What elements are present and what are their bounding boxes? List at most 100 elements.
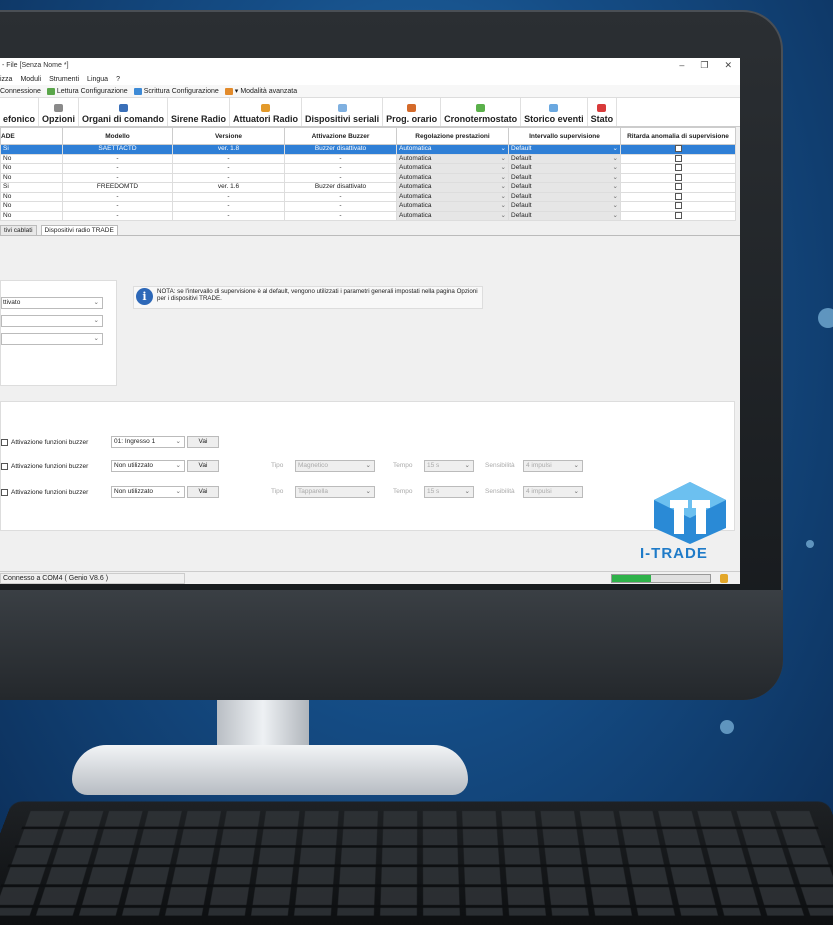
sensibilita-select[interactable]: 4 impulsi ⌄: [523, 460, 583, 472]
cell-regolazione-select[interactable]: Automatica ⌄: [396, 163, 509, 174]
ritarda-checkbox[interactable]: [674, 145, 682, 153]
progress-bar: [611, 574, 711, 583]
tipo-value: Magnetico: [298, 462, 328, 469]
ribbon-sirene-radio[interactable]: Sirene Radio: [168, 98, 231, 126]
buzzer-checkbox[interactable]: [1, 438, 8, 446]
title-bar: - File [Senza Nome *] – ❐ ✕: [0, 58, 740, 73]
col-header-buzzer[interactable]: Attivazione Buzzer: [284, 127, 397, 145]
tempo-select[interactable]: 15 s ⌄: [424, 460, 474, 472]
sensibilita-select[interactable]: 4 impulsi ⌄: [523, 486, 583, 498]
table-row[interactable]: No - - - Automatica ⌄ Default ⌄: [0, 210, 736, 221]
write-config-button[interactable]: Scrittura Configurazione: [133, 87, 219, 95]
table-row[interactable]: No - - - Automatica ⌄ Default ⌄: [0, 201, 736, 212]
advanced-mode-button[interactable]: ▾ Modalità avanzata: [224, 87, 297, 95]
table-row[interactable]: No - - - Automatica ⌄ Default ⌄: [0, 191, 736, 202]
devices-table: ADE Modello Versione Attivazione Buzzer …: [0, 127, 736, 221]
cell-intervallo-select[interactable]: Default ⌄: [508, 153, 621, 164]
ribbon-telefonico[interactable]: efonico: [0, 98, 40, 126]
menu-item-strumenti[interactable]: Strumenti: [49, 76, 79, 83]
cell-intervallo-select[interactable]: Default ⌄: [508, 182, 621, 193]
table-row[interactable]: Si SAETTACTD ver. 1.8 Buzzer disattivato Aut…: [0, 144, 736, 155]
col-header-ritarda[interactable]: Ritarda anomalia di supervisione: [620, 127, 736, 145]
cell-regolazione-select[interactable]: Automatica ⌄: [396, 191, 509, 202]
cell-modello: FREEDOMTD: [62, 182, 173, 193]
buzzer-select-value: ttivato: [3, 299, 21, 306]
vai-button[interactable]: Vai: [187, 436, 219, 448]
cell-regolazione-select[interactable]: Automatica ⌄: [396, 153, 509, 164]
minimize-button[interactable]: –: [679, 60, 684, 71]
buzzer-select[interactable]: ttivato ⌄: [1, 297, 103, 309]
cell-versione: -: [172, 153, 285, 164]
vai-button[interactable]: Vai: [187, 486, 219, 498]
cell-regolazione-select[interactable]: Automatica ⌄: [396, 201, 509, 212]
buzzer-checkbox[interactable]: [1, 462, 8, 470]
input-select[interactable]: Non utilizzato ⌄: [111, 460, 185, 472]
ribbon-cronotermostato[interactable]: Cronotermostato: [441, 98, 522, 126]
table-row[interactable]: No - - - Automatica ⌄ Default ⌄: [0, 163, 736, 174]
keypad-icon: [118, 104, 128, 112]
ritarda-checkbox[interactable]: [674, 202, 682, 210]
input-select[interactable]: Non utilizzato ⌄: [111, 486, 185, 498]
tempo-select[interactable]: 15 s ⌄: [424, 486, 474, 498]
option-select-2[interactable]: ⌄: [1, 315, 103, 327]
cell-versione: ver. 1.6: [172, 182, 285, 193]
ribbon-opzioni[interactable]: Opzioni: [39, 98, 80, 126]
menu-item[interactable]: izza: [0, 76, 12, 83]
ritarda-checkbox[interactable]: [674, 211, 682, 219]
ritarda-checkbox[interactable]: [674, 183, 682, 191]
col-header-modello[interactable]: Modello: [62, 127, 173, 145]
cell-intervallo-select[interactable]: Default ⌄: [508, 191, 621, 202]
ribbon-prog-orario[interactable]: Prog. orario: [383, 98, 442, 126]
cell-intervallo-select[interactable]: Default ⌄: [508, 163, 621, 174]
col-header-ade[interactable]: ADE: [0, 127, 63, 145]
menu-item-help[interactable]: ?: [116, 76, 120, 83]
tab-dispositivi-cablati[interactable]: tivi cablati: [0, 225, 37, 235]
ribbon-organi-comando[interactable]: Organi di comando: [79, 98, 169, 126]
cell-regolazione-select[interactable]: Automatica ⌄: [396, 172, 509, 183]
close-button[interactable]: ✕: [724, 60, 732, 71]
sensibilita-label: Sensibilità: [485, 488, 515, 495]
regolazione-value: Automatica: [399, 211, 432, 219]
ribbon-label: Stato: [590, 114, 614, 124]
cell-regolazione-select[interactable]: Automatica ⌄: [396, 210, 509, 221]
tempo-label: Tempo: [393, 488, 413, 495]
thermostat-icon: [476, 104, 486, 112]
maximize-button[interactable]: ❐: [700, 60, 708, 71]
input-select[interactable]: 01: Ingresso 1 ⌄: [111, 436, 185, 448]
cell-intervallo-select[interactable]: Default ⌄: [508, 172, 621, 183]
cell-intervallo-select[interactable]: Default ⌄: [508, 210, 621, 221]
read-config-button[interactable]: Lettura Configurazione: [46, 87, 128, 95]
table-row[interactable]: No - - - Automatica ⌄ Default ⌄: [0, 153, 736, 164]
ribbon-storico-eventi[interactable]: Storico eventi: [521, 98, 588, 126]
intervallo-value: Default: [511, 154, 532, 162]
table-row[interactable]: No - - - Automatica ⌄ Default ⌄: [0, 172, 736, 183]
ribbon-stato[interactable]: Stato: [588, 98, 618, 126]
cell-intervallo-select[interactable]: Default ⌄: [508, 201, 621, 212]
ribbon-label: Prog. orario: [386, 114, 438, 124]
cell-buzzer: Buzzer disattivato: [284, 182, 397, 193]
col-header-versione[interactable]: Versione: [172, 127, 285, 145]
ritarda-checkbox[interactable]: [674, 164, 682, 172]
ribbon-dispositivi-seriali[interactable]: Dispositivi seriali: [302, 98, 384, 126]
vai-button[interactable]: Vai: [187, 460, 219, 472]
menu-item-moduli[interactable]: Moduli: [20, 76, 41, 83]
connection-button[interactable]: Connessione: [0, 88, 41, 95]
ritarda-checkbox[interactable]: [674, 154, 682, 162]
cell-regolazione-select[interactable]: Automatica ⌄: [396, 182, 509, 193]
table-row[interactable]: Si FREEDOMTD ver. 1.6 Buzzer disattivato Aut…: [0, 182, 736, 193]
buzzer-checkbox[interactable]: [1, 488, 8, 496]
tipo-label: Tipo: [271, 488, 284, 495]
col-header-intervallo[interactable]: Intervallo supervisione: [508, 127, 621, 145]
tipo-select[interactable]: Magnetico ⌄: [295, 460, 375, 472]
tipo-select[interactable]: Tapparella ⌄: [295, 486, 375, 498]
ribbon-attuatori-radio[interactable]: Attuatori Radio: [230, 98, 303, 126]
menu-item-lingua[interactable]: Lingua: [87, 76, 108, 83]
ritarda-checkbox[interactable]: [674, 192, 682, 200]
cell-intervallo-select[interactable]: Default ⌄: [508, 144, 621, 155]
ritarda-checkbox[interactable]: [674, 173, 682, 181]
cell-regolazione-select[interactable]: Automatica ⌄: [396, 144, 509, 155]
cell-modello: -: [62, 201, 173, 212]
option-select-3[interactable]: ⌄: [1, 333, 103, 345]
col-header-regolazione[interactable]: Regolazione prestazioni: [396, 127, 509, 145]
tab-dispositivi-radio[interactable]: Dispositivi radio TRADE: [40, 225, 118, 235]
